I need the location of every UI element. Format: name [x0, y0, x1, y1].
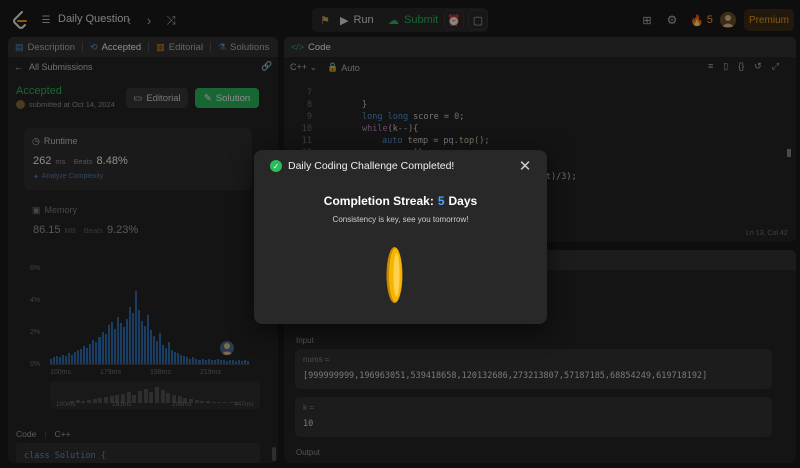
- daily-challenge-modal: ✓ Daily Coding Challenge Completed! ✕ Co…: [254, 150, 547, 324]
- completion-streak: Completion Streak: 5 Days: [254, 194, 547, 208]
- modal-header: ✓ Daily Coding Challenge Completed!: [270, 160, 454, 172]
- modal-subtitle: Consistency is key, see you tomorrow!: [332, 215, 469, 224]
- check-circle-icon: ✓: [270, 160, 282, 172]
- close-icon[interactable]: ✕: [516, 157, 534, 175]
- modal-title: Daily Coding Challenge Completed!: [288, 160, 455, 172]
- streak-value: 5: [437, 194, 445, 208]
- coin-icon: [386, 246, 403, 304]
- streak-prefix: Completion Streak:: [323, 194, 434, 208]
- streak-suffix: Days: [448, 194, 478, 208]
